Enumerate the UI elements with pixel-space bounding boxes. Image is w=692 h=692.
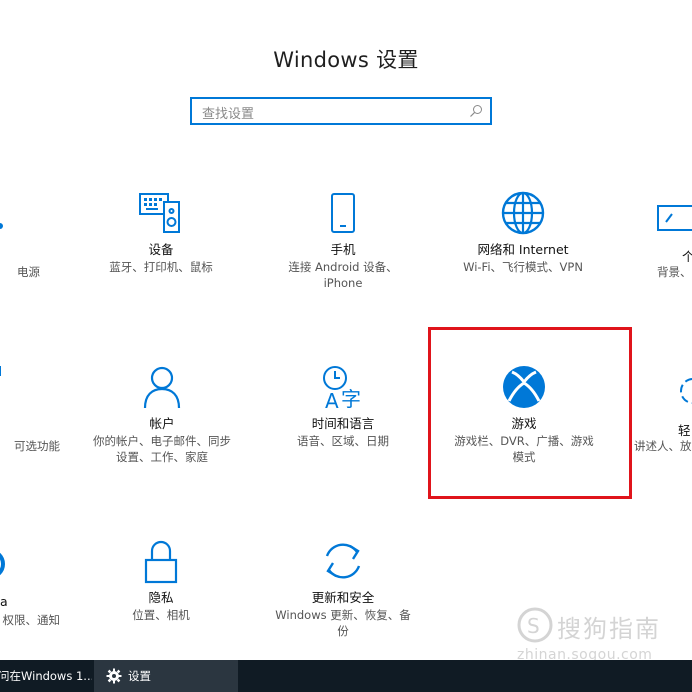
tile-privacy-desc: 位置、相机: [132, 608, 190, 622]
taskbar-item-settings[interactable]: 设置: [94, 660, 238, 692]
tile-update-security[interactable]: 更新和安全 Windows 更新、恢复、备 份: [264, 538, 422, 639]
ease-of-access-icon: [680, 378, 692, 404]
tile-cortana[interactable]: a 权限、通知: [0, 538, 60, 638]
svg-text:A: A: [325, 389, 339, 410]
tile-apps-desc: 可选功能: [14, 439, 60, 453]
tile-privacy-name: 隐私: [148, 590, 174, 605]
lock-icon: [144, 540, 178, 584]
tile-system-desc: 电源: [17, 265, 40, 279]
tile-ease-of-access-name: 轻: [678, 423, 691, 438]
tile-system[interactable]: 电源: [0, 190, 40, 290]
tile-accounts[interactable]: 帐户 你的帐户、电子邮件、同步 设置、工作、家庭: [82, 364, 242, 465]
watermark-text: 搜狗指南: [557, 615, 661, 643]
devices-icon: [139, 193, 180, 233]
tile-cortana-name: a: [0, 594, 8, 609]
settings-title: Windows 设置: [273, 48, 419, 72]
tile-cortana-desc: 权限、通知: [2, 613, 61, 627]
tile-update-security-desc-line2: 份: [337, 624, 349, 638]
tile-network-desc: Wi-Fi、飞行模式、VPN: [463, 260, 583, 274]
phone-icon: [331, 193, 355, 233]
tile-update-security-name: 更新和安全: [311, 590, 375, 605]
tile-personalization[interactable]: 个 背景、: [652, 190, 692, 290]
taskbar-item-windows-app-label: 问在Windows 1...: [0, 669, 92, 683]
search-input[interactable]: 查找设置: [190, 97, 492, 125]
tile-devices-name: 设备: [148, 242, 174, 257]
personalization-icon: [657, 205, 692, 231]
tile-accounts-name: 帐户: [149, 416, 175, 431]
taskbar: 问在Windows 1... 设置: [0, 660, 692, 692]
tile-phone-name: 手机: [330, 242, 356, 257]
svg-text:S: S: [527, 614, 540, 638]
watermark-logo-icon: S: [517, 607, 553, 643]
tile-time-language-name: 时间和语言: [311, 416, 375, 431]
watermark: S 搜狗指南 zhinan.sogou.com: [513, 605, 688, 665]
search-placeholder: 查找设置: [202, 107, 255, 122]
search-icon[interactable]: [469, 104, 483, 118]
tile-accounts-desc-line2: 设置、工作、家庭: [116, 450, 208, 464]
gear-icon: [106, 668, 122, 684]
tile-phone-desc-line2: iPhone: [323, 276, 363, 290]
tile-ease-of-access[interactable]: 轻 讲述人、放: [632, 364, 692, 464]
tile-network[interactable]: 网络和 Internet Wi-Fi、飞行模式、VPN: [448, 190, 598, 275]
tile-phone-desc-line1: 连接 Android 设备、: [288, 260, 398, 274]
tile-update-security-desc-line1: Windows 更新、恢复、备: [275, 608, 411, 622]
tile-privacy[interactable]: 隐私 位置、相机: [90, 538, 232, 623]
apps-icon: [0, 366, 1, 376]
tile-accounts-desc-line1: 你的帐户、电子邮件、同步: [93, 434, 231, 448]
tile-personalization-desc: 背景、: [657, 265, 692, 279]
tile-personalization-name: 个: [682, 249, 692, 264]
tile-time-language-desc: 语音、区域、日期: [297, 434, 389, 448]
system-icon: [0, 223, 3, 229]
taskbar-item-windows-app[interactable]: 问在Windows 1...: [0, 660, 92, 692]
highlight-box: [428, 327, 632, 499]
tile-devices[interactable]: 设备 蓝牙、打印机、鼠标: [90, 190, 232, 275]
tile-apps[interactable]: 可选功能: [0, 364, 60, 464]
time-language-icon: A 字: [323, 366, 361, 410]
tile-devices-desc: 蓝牙、打印机、鼠标: [109, 260, 213, 274]
tile-phone[interactable]: 手机 连接 Android 设备、 iPhone: [272, 190, 414, 291]
account-person-icon: [143, 366, 181, 409]
tile-network-name: 网络和 Internet: [477, 242, 569, 257]
cortana-icon: [0, 552, 5, 576]
svg-text:字: 字: [341, 387, 361, 410]
taskbar-item-settings-label: 设置: [128, 669, 151, 683]
tile-time-language[interactable]: A 字 时间和语言 语音、区域、日期: [272, 364, 414, 449]
tile-ease-of-access-desc: 讲述人、放: [634, 439, 692, 453]
globe-icon: [501, 191, 545, 235]
refresh-icon: [325, 543, 361, 579]
